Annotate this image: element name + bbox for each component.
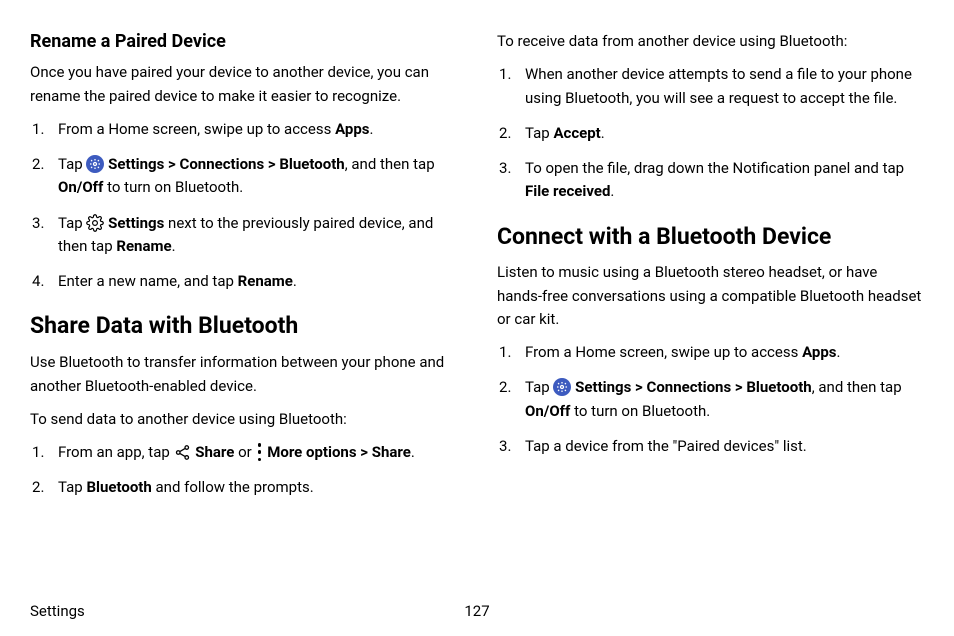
- bold: >: [731, 378, 746, 396]
- text: Enter a new name, and tap: [58, 272, 238, 290]
- left-column: Rename a Paired Device Once you have pai…: [30, 30, 457, 512]
- footer-page-number: 127: [464, 602, 489, 620]
- text: Tap: [58, 478, 86, 496]
- two-column-layout: Rename a Paired Device Once you have pai…: [30, 30, 924, 512]
- bold: Connections: [647, 378, 732, 396]
- bold: >: [357, 443, 372, 461]
- connect-steps: From a Home screen, swipe up to access A…: [497, 341, 924, 458]
- bold: Connections: [180, 155, 265, 173]
- bold: >: [631, 378, 646, 396]
- paragraph: Listen to music using a Bluetooth stereo…: [497, 261, 924, 331]
- send-steps: From an app, tap Share or More options >…: [30, 441, 457, 500]
- paragraph: Once you have paired your device to anot…: [30, 61, 457, 108]
- settings-gear-outline-icon: [86, 214, 104, 232]
- bold: File received: [525, 182, 610, 200]
- text: .: [293, 272, 297, 290]
- text: , and then tap: [345, 155, 435, 173]
- share-icon: [174, 443, 192, 461]
- text: .: [369, 120, 373, 138]
- heading-rename: Rename a Paired Device: [30, 30, 457, 53]
- text: Tap: [58, 214, 86, 232]
- bold: More options: [267, 443, 356, 461]
- text: To open the file, drag down the Notifica…: [525, 159, 904, 177]
- bold: Bluetooth: [746, 378, 811, 396]
- paragraph: To send data to another device using Blu…: [30, 408, 457, 431]
- settings-gear-blue-icon: [553, 378, 571, 396]
- list-item: To open the file, drag down the Notifica…: [497, 157, 924, 204]
- bold: Accept: [553, 124, 600, 142]
- text: From a Home screen, swipe up to access: [525, 343, 802, 361]
- page-footer: Settings 127: [30, 602, 924, 620]
- more-options-icon: [256, 443, 262, 461]
- heading-share: Share Data with Bluetooth: [30, 311, 457, 341]
- bold: Share: [372, 443, 411, 461]
- list-item: Tap Accept.: [497, 122, 924, 145]
- text: Tap: [525, 124, 553, 142]
- text: .: [172, 237, 176, 255]
- heading-connect: Connect with a Bluetooth Device: [497, 222, 924, 252]
- paragraph: To receive data from another device usin…: [497, 30, 924, 53]
- list-item: From a Home screen, swipe up to access A…: [30, 118, 457, 141]
- settings-gear-blue-icon: [86, 155, 104, 173]
- bold: Settings: [108, 155, 164, 173]
- rename-steps: From a Home screen, swipe up to access A…: [30, 118, 457, 294]
- list-item: Tap a device from the "Paired devices" l…: [497, 435, 924, 458]
- bold: >: [164, 155, 179, 173]
- bold: Apps: [335, 120, 369, 138]
- text: Tap: [525, 378, 553, 396]
- text: or: [234, 443, 255, 461]
- list-item: Enter a new name, and tap Rename.: [30, 270, 457, 293]
- bold: Bluetooth: [86, 478, 151, 496]
- bold: Rename: [116, 237, 171, 255]
- list-item: When another device attempts to send a f…: [497, 63, 924, 110]
- list-item: Tap Settings > Connections > Bluetooth, …: [30, 153, 457, 200]
- text: .: [836, 343, 840, 361]
- text: to turn on Bluetooth.: [570, 402, 710, 420]
- list-item: From a Home screen, swipe up to access A…: [497, 341, 924, 364]
- text: to turn on Bluetooth.: [103, 178, 243, 196]
- receive-steps: When another device attempts to send a f…: [497, 63, 924, 203]
- bold: Rename: [238, 272, 293, 290]
- bold: Settings: [575, 378, 631, 396]
- text: , and then tap: [812, 378, 902, 396]
- text: From an app, tap: [58, 443, 174, 461]
- bold: On/Off: [58, 178, 103, 196]
- list-item: Tap Settings next to the previously pair…: [30, 212, 457, 259]
- text: .: [411, 443, 415, 461]
- text: .: [610, 182, 614, 200]
- text: Tap: [58, 155, 86, 173]
- bold: Share: [195, 443, 234, 461]
- footer-section: Settings: [30, 602, 85, 620]
- list-item: From an app, tap Share or More options >…: [30, 441, 457, 464]
- paragraph: Use Bluetooth to transfer information be…: [30, 351, 457, 398]
- list-item: Tap Bluetooth and follow the prompts.: [30, 476, 457, 499]
- list-item: Tap Settings > Connections > Bluetooth, …: [497, 376, 924, 423]
- bold: Bluetooth: [279, 155, 344, 173]
- right-column: To receive data from another device usin…: [497, 30, 924, 512]
- text: .: [601, 124, 605, 142]
- text: From a Home screen, swipe up to access: [58, 120, 335, 138]
- bold: On/Off: [525, 402, 570, 420]
- bold: >: [264, 155, 279, 173]
- text: and follow the prompts.: [152, 478, 314, 496]
- bold: Settings: [108, 214, 164, 232]
- bold: Apps: [802, 343, 836, 361]
